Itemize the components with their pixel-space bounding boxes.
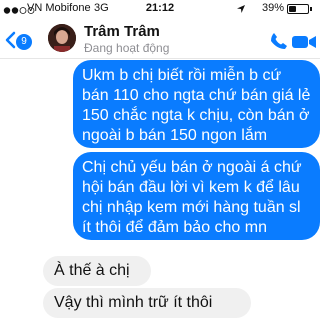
phone-icon[interactable] <box>270 32 288 50</box>
video-camera-icon[interactable] <box>291 34 317 50</box>
incoming-message[interactable]: Vậy thì mình trữ ít thôi <box>43 288 251 318</box>
unread-count-badge: 9 <box>16 34 32 50</box>
conversation-header: 9 Trâm Trâm Đang hoạt động <box>0 20 320 59</box>
incoming-message[interactable]: À thế à chị <box>43 256 151 286</box>
location-arrow-icon <box>237 5 245 13</box>
presence-status: Đang hoạt động <box>84 41 170 55</box>
avatar[interactable] <box>48 24 76 52</box>
battery-level-fill <box>289 6 296 12</box>
contact-name[interactable]: Trâm Trâm <box>84 23 160 40</box>
battery-percent: 39% <box>262 2 285 14</box>
avatar-image <box>48 24 76 52</box>
chevron-left-icon <box>5 31 16 49</box>
back-button[interactable]: 9 <box>2 25 42 55</box>
outgoing-message[interactable]: Ukm b chị biết rồi miễn b cứ bán 110 cho… <box>73 60 320 148</box>
outgoing-message[interactable]: Chị chủ yếu bán ở ngoài á chứ hội bán đầ… <box>73 152 320 240</box>
battery-tip <box>310 7 312 11</box>
battery-icon <box>287 4 309 14</box>
status-bar: VN Mobifone 3G 21:12 39% <box>0 0 320 20</box>
